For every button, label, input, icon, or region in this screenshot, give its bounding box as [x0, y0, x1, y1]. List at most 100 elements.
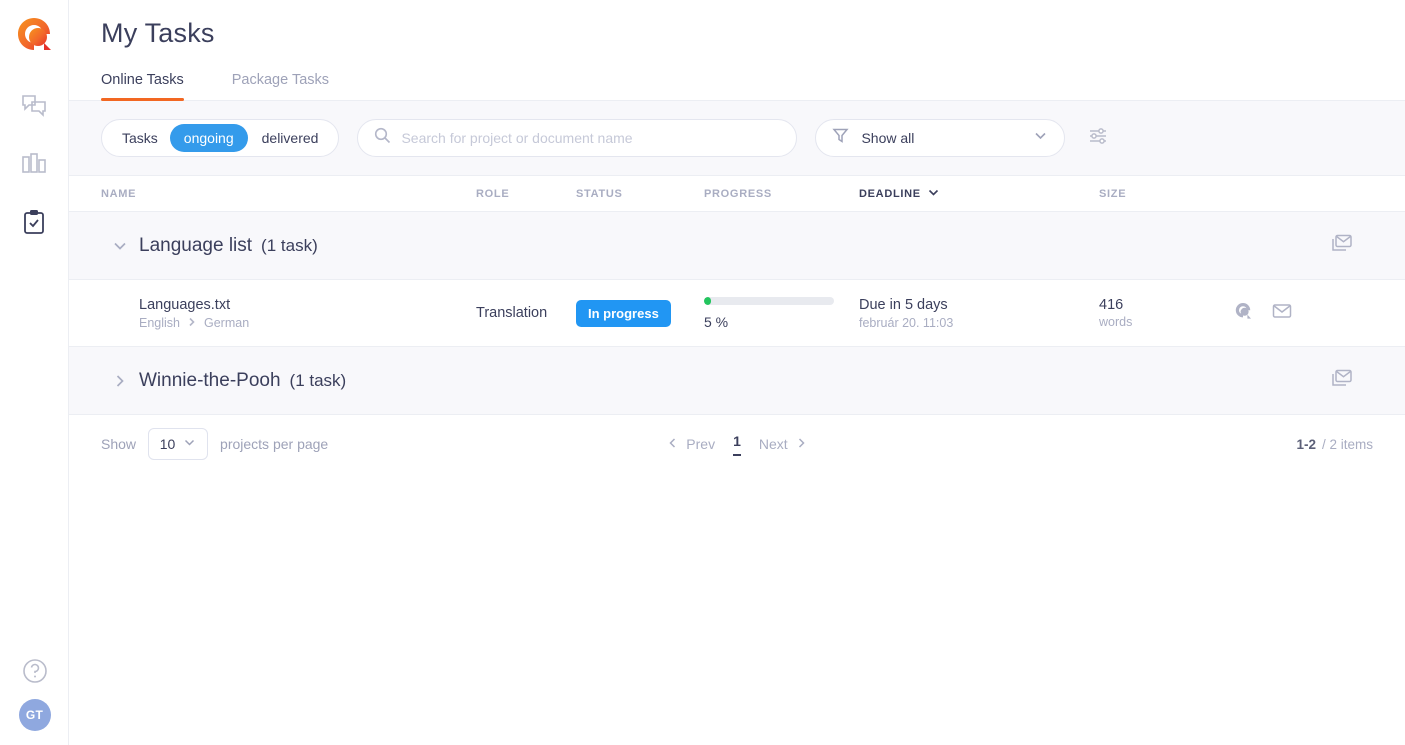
- sort-chevron-down-icon: [927, 186, 940, 202]
- group-task-count: (1 task): [290, 371, 347, 391]
- sidebar-nav: [17, 93, 51, 239]
- segment-ongoing[interactable]: ongoing: [170, 124, 248, 152]
- open-in-memoq-button[interactable]: [1234, 302, 1252, 325]
- task-name-cell: Languages.txt English German: [101, 297, 476, 330]
- target-language: German: [204, 316, 249, 330]
- task-deadline-cell: Due in 5 days február 20. 11:03: [859, 297, 1099, 330]
- chevron-down-icon: [1033, 128, 1048, 148]
- column-header-size: SIZE: [1099, 188, 1234, 200]
- group-title: Winnie-the-Pooh (1 task): [139, 370, 346, 392]
- next-label: Next: [759, 436, 788, 452]
- prev-label: Prev: [686, 436, 715, 452]
- tab-package-tasks[interactable]: Package Tasks: [232, 72, 329, 100]
- per-page-select[interactable]: 10: [148, 428, 208, 460]
- filter-dropdown[interactable]: Show all: [815, 119, 1065, 157]
- avatar[interactable]: GT: [19, 699, 51, 731]
- search-box[interactable]: [357, 119, 797, 157]
- question-circle-icon: [21, 672, 49, 689]
- group-name: Language list: [139, 235, 252, 257]
- help-button[interactable]: [21, 657, 49, 685]
- per-page-suffix: projects per page: [220, 436, 328, 452]
- column-header-name: NAME: [101, 188, 476, 200]
- sidebar-item-messages[interactable]: [17, 93, 51, 123]
- task-role: Translation: [476, 305, 547, 321]
- task-status-cell: In progress: [576, 300, 704, 327]
- app-root: GT My Tasks Online Tasks Package Tasks T…: [0, 0, 1405, 745]
- pagination: Prev 1 Next: [622, 433, 852, 456]
- tasks-table: NAME ROLE STATUS PROGRESS DEADLINE SIZE: [69, 176, 1405, 415]
- column-header-progress: PROGRESS: [704, 188, 859, 200]
- progress-fill: [704, 297, 711, 305]
- deadline-date: február 20. 11:03: [859, 316, 1099, 330]
- tasks-segmented-control: Tasks ongoing delivered: [101, 119, 339, 157]
- size-unit: words: [1099, 315, 1234, 329]
- main-content: My Tasks Online Tasks Package Tasks Task…: [69, 0, 1405, 745]
- group-chevron-down-icon[interactable]: [101, 237, 139, 255]
- table-footer: Show 10 projects per page: [69, 415, 1405, 473]
- deliver-task-button[interactable]: [1272, 303, 1292, 324]
- page-title: My Tasks: [101, 18, 1405, 49]
- items-range: 1-2: [1296, 437, 1316, 452]
- task-size-cell: 416 words: [1099, 297, 1234, 329]
- table-header-row: NAME ROLE STATUS PROGRESS DEADLINE SIZE: [69, 176, 1405, 212]
- task-progress-cell: 5 %: [704, 297, 859, 330]
- task-filename: Languages.txt: [139, 297, 476, 313]
- column-header-status: STATUS: [576, 188, 704, 200]
- filter-dropdown-label: Show all: [861, 130, 1021, 146]
- stacked-envelopes-icon: [1331, 369, 1353, 393]
- memoq-logo-icon[interactable]: [14, 15, 54, 55]
- deadline-relative: Due in 5 days: [859, 297, 1099, 313]
- funnel-icon: [832, 127, 849, 149]
- bar-chart-icon: [21, 152, 47, 181]
- status-badge: In progress: [576, 300, 671, 327]
- memoq-doc-icon: [1234, 302, 1252, 325]
- filter-bar: Tasks ongoing delivered: [69, 101, 1405, 176]
- progress-label: 5 %: [704, 314, 844, 330]
- size-value: 416: [1099, 297, 1234, 313]
- per-page-control: Show 10 projects per page: [101, 428, 328, 460]
- sidebar-item-my-tasks[interactable]: [17, 209, 51, 239]
- sliders-icon: [1087, 125, 1109, 152]
- page-header: My Tasks: [69, 0, 1405, 49]
- chevron-left-icon: [667, 436, 679, 452]
- chevron-down-icon: [183, 436, 196, 452]
- clipboard-check-icon: [22, 209, 46, 240]
- task-actions-cell: [1234, 302, 1369, 325]
- arrow-right-icon: [187, 316, 197, 330]
- segmented-label: Tasks: [108, 130, 170, 146]
- show-label: Show: [101, 436, 136, 452]
- task-role-cell: Translation: [476, 304, 576, 322]
- next-page-button[interactable]: Next: [759, 436, 807, 452]
- segment-delivered[interactable]: delivered: [248, 124, 333, 152]
- progress-track: [704, 297, 834, 305]
- group-chevron-right-icon[interactable]: [101, 372, 139, 390]
- column-settings-button[interactable]: [1083, 123, 1113, 153]
- sidebar-bottom: GT: [0, 657, 69, 731]
- prev-page-button[interactable]: Prev: [667, 436, 715, 452]
- language-pair: English German: [139, 316, 476, 330]
- search-input[interactable]: [401, 130, 780, 146]
- group-deliver-button[interactable]: [1331, 234, 1405, 258]
- chat-bubbles-icon: [21, 94, 47, 123]
- column-header-role: ROLE: [476, 188, 576, 200]
- per-page-value: 10: [160, 436, 176, 452]
- group-deliver-button[interactable]: [1331, 369, 1405, 393]
- table-row[interactable]: Languages.txt English German Translation: [69, 280, 1405, 347]
- column-header-deadline-label: DEADLINE: [859, 188, 921, 200]
- group-row-language-list[interactable]: Language list (1 task): [69, 212, 1405, 280]
- group-name: Winnie-the-Pooh: [139, 370, 281, 392]
- stacked-envelopes-icon: [1331, 234, 1353, 258]
- source-language: English: [139, 316, 180, 330]
- sidebar-item-reports[interactable]: [17, 151, 51, 181]
- page-number-1[interactable]: 1: [733, 433, 741, 456]
- search-icon: [374, 127, 391, 149]
- group-title: Language list (1 task): [139, 235, 318, 257]
- column-header-deadline[interactable]: DEADLINE: [859, 186, 1099, 202]
- tab-online-tasks[interactable]: Online Tasks: [101, 72, 184, 100]
- tab-bar: Online Tasks Package Tasks: [69, 72, 1405, 101]
- progress-wrapper: 5 %: [704, 297, 844, 330]
- group-task-count: (1 task): [261, 236, 318, 256]
- chevron-right-icon: [795, 436, 807, 452]
- group-row-winnie-the-pooh[interactable]: Winnie-the-Pooh (1 task): [69, 347, 1405, 415]
- envelope-icon: [1272, 303, 1292, 324]
